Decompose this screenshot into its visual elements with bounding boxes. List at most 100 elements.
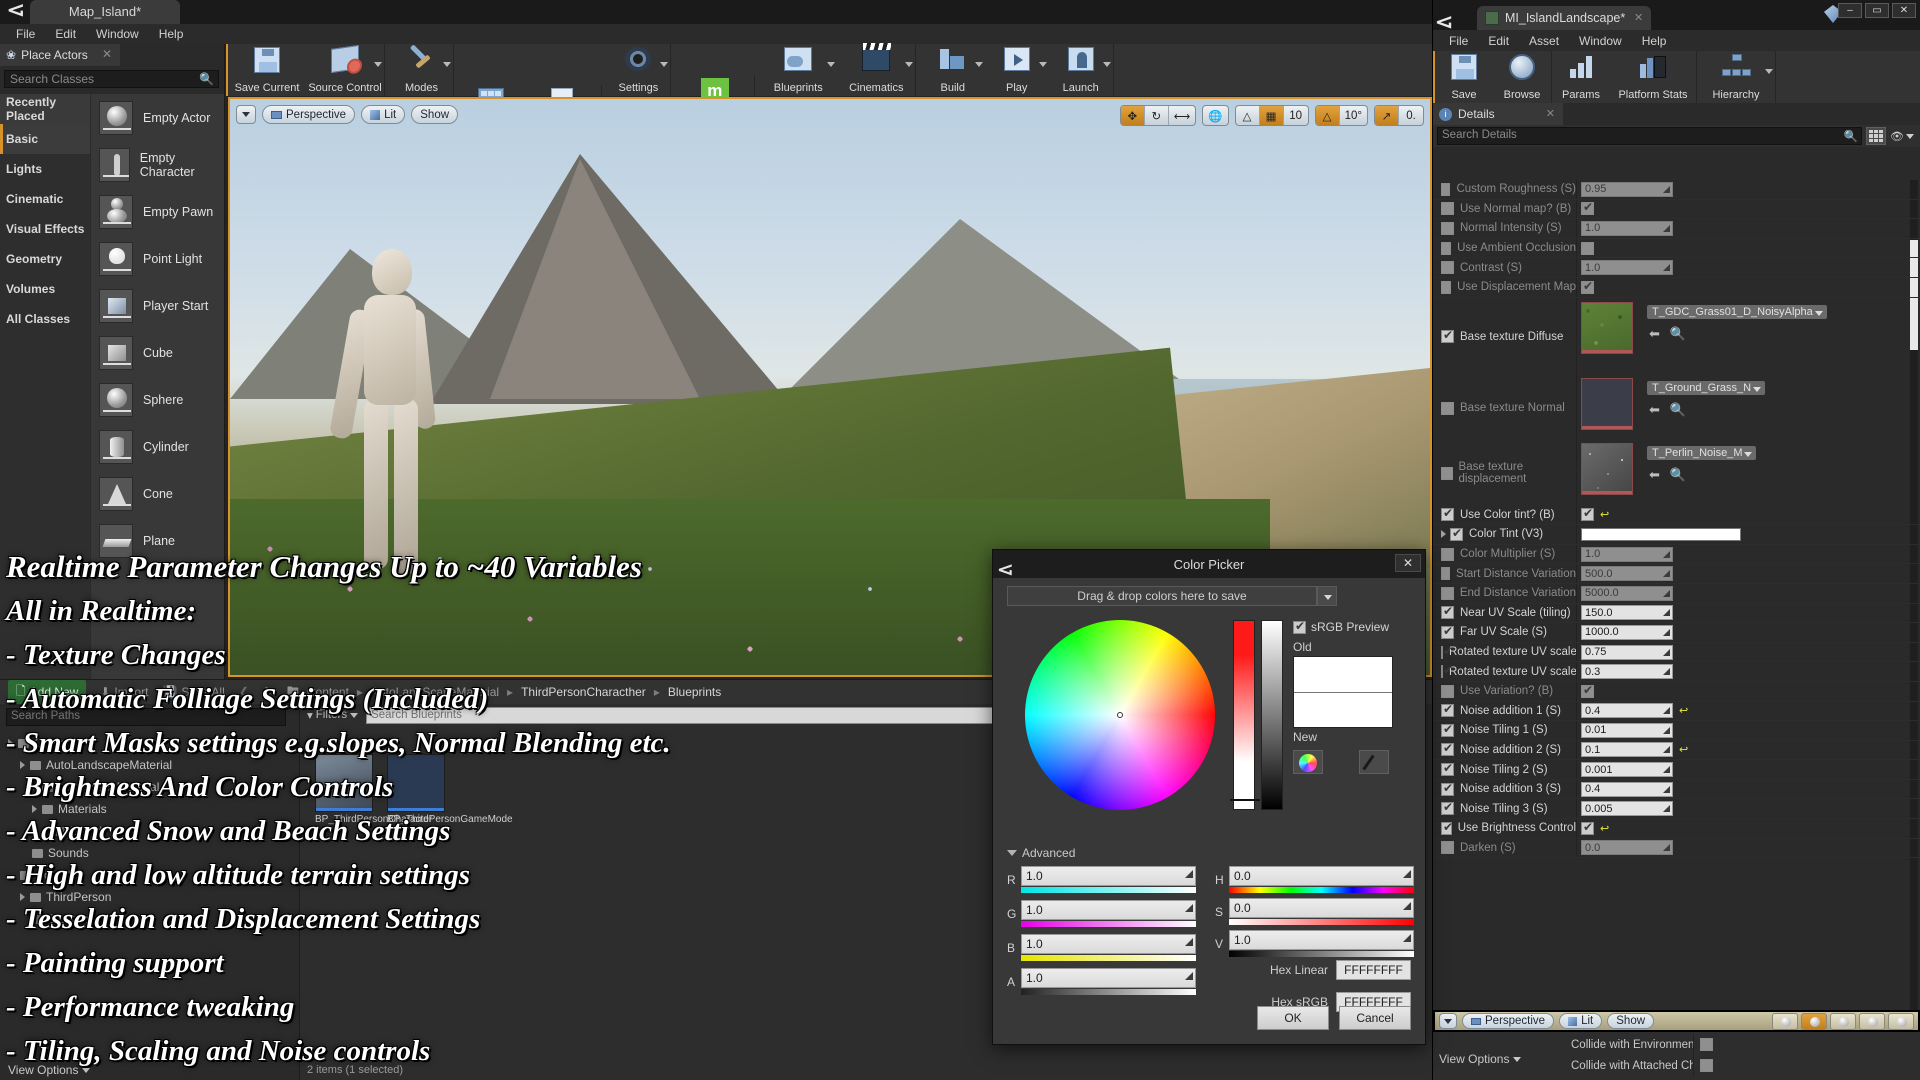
- color-wheel[interactable]: [1025, 620, 1215, 810]
- breadcrumb-blueprints[interactable]: Blueprints: [668, 685, 721, 699]
- tree-item[interactable]: Sounds: [8, 842, 293, 864]
- spinner-icon[interactable]: [1663, 805, 1670, 812]
- property-value-checkbox[interactable]: [1581, 822, 1594, 835]
- tree-item[interactable]: Sounds: [8, 864, 293, 886]
- property-value-input[interactable]: 0.95: [1581, 182, 1673, 197]
- property-checkbox[interactable]: [1441, 183, 1450, 196]
- preview-cylinder-button[interactable]: [1772, 1013, 1798, 1030]
- spinner-icon[interactable]: [1185, 938, 1193, 946]
- close-icon[interactable]: ✕: [102, 47, 112, 61]
- property-value-input[interactable]: 0.4: [1581, 703, 1673, 718]
- place-actors-tab[interactable]: ❀ Place Actors ✕: [0, 44, 120, 66]
- expand-arrow-icon[interactable]: [1441, 530, 1446, 538]
- viewport-mannequin[interactable]: [340, 249, 460, 579]
- property-checkbox[interactable]: [1441, 281, 1451, 294]
- spinner-icon[interactable]: [1663, 766, 1670, 773]
- list-item[interactable]: Point Light: [91, 235, 224, 282]
- tree-item[interactable]: Blueprints: [8, 908, 293, 930]
- tree-item[interactable]: Island: [8, 820, 293, 842]
- chevron-down-icon[interactable]: [1103, 62, 1111, 67]
- advanced-section-toggle[interactable]: Advanced: [1007, 846, 1075, 860]
- preview-custom-mesh-button[interactable]: [1888, 1013, 1914, 1030]
- grid-view-button[interactable]: [1866, 127, 1886, 145]
- menu-window[interactable]: Window: [86, 25, 149, 43]
- property-row[interactable]: Contrast (S) 1.0: [1433, 258, 1920, 278]
- close-icon[interactable]: ✕: [1634, 11, 1643, 24]
- property-checkbox[interactable]: [1441, 724, 1454, 737]
- property-row[interactable]: End Distance Variation 5000.0: [1433, 584, 1920, 604]
- lighting-mode-button[interactable]: Lit: [1559, 1013, 1602, 1029]
- breadcrumb-content[interactable]: Content: [307, 685, 349, 699]
- play-button[interactable]: Play: [985, 44, 1049, 96]
- property-value-input[interactable]: 0.005: [1581, 801, 1673, 816]
- property-checkbox[interactable]: [1441, 587, 1454, 600]
- list-item[interactable]: Sphere: [91, 376, 224, 423]
- breadcrumb-thirdperson[interactable]: ThirdPersonCharacther: [521, 685, 646, 699]
- lighting-mode-button[interactable]: Lit: [361, 105, 405, 124]
- property-value-input[interactable]: 0.01: [1581, 723, 1673, 738]
- category-all-classes[interactable]: All Classes: [0, 304, 90, 334]
- filters-button[interactable]: ▾ Filters: [307, 708, 358, 722]
- world-space-icon[interactable]: 🌐: [1203, 106, 1227, 125]
- build-button[interactable]: Build: [921, 44, 985, 96]
- spinner-icon[interactable]: [1185, 904, 1193, 912]
- forward-icon[interactable]: ❯: [263, 685, 273, 699]
- property-row[interactable]: Use Color tint? (B) ↩: [1433, 506, 1920, 526]
- a-input[interactable]: 1.0: [1021, 968, 1196, 988]
- property-value-input[interactable]: 1.0: [1581, 260, 1673, 275]
- property-value-input[interactable]: 5000.0: [1581, 586, 1673, 601]
- property-value-input[interactable]: 0.0: [1581, 840, 1673, 855]
- property-value-input[interactable]: 500.0: [1581, 566, 1673, 581]
- preview-plane-button[interactable]: [1830, 1013, 1856, 1030]
- property-row[interactable]: Custom Roughness (S) 0.95: [1433, 180, 1920, 200]
- close-button[interactable]: ✕: [1892, 3, 1916, 18]
- property-row[interactable]: Darken (S) 0.0: [1433, 839, 1920, 859]
- menu-asset[interactable]: Asset: [1519, 32, 1569, 50]
- property-row[interactable]: Noise addition 3 (S) 0.4: [1433, 780, 1920, 800]
- property-row[interactable]: Noise Tiling 2 (S) 0.001: [1433, 760, 1920, 780]
- menu-edit[interactable]: Edit: [45, 25, 86, 43]
- asset-tile[interactable]: BP_ThirdPersonCharacter: [315, 754, 375, 826]
- view-options-button[interactable]: View Options: [8, 1063, 90, 1077]
- menu-file[interactable]: File: [6, 25, 45, 43]
- property-value-input[interactable]: 1000.0: [1581, 625, 1673, 640]
- spinner-icon[interactable]: [1403, 870, 1411, 878]
- viewport-options-button[interactable]: [236, 105, 256, 124]
- spinner-icon[interactable]: [1663, 551, 1670, 558]
- property-checkbox[interactable]: [1441, 202, 1454, 215]
- details-tab[interactable]: i Details ✕: [1433, 103, 1563, 125]
- view-mode-button[interactable]: Perspective: [262, 105, 355, 124]
- property-value-input[interactable]: 150.0: [1581, 605, 1673, 620]
- material-instance-tab[interactable]: MI_IslandLandscape* ✕: [1477, 6, 1651, 30]
- angle-snap-value[interactable]: 10°: [1340, 106, 1367, 125]
- blueprints-button[interactable]: Blueprints: [759, 44, 837, 96]
- color-wheel-handle[interactable]: [1117, 712, 1123, 718]
- chevron-down-icon[interactable]: [374, 62, 382, 67]
- property-checkbox[interactable]: [1441, 822, 1452, 835]
- category-volumes[interactable]: Volumes: [0, 274, 90, 304]
- category-geometry[interactable]: Geometry: [0, 244, 90, 274]
- tree-item[interactable]: AutoLandscapeMaterial: [8, 754, 293, 776]
- saved-colors-dropdown[interactable]: [1317, 586, 1337, 606]
- property-checkbox[interactable]: [1441, 508, 1454, 521]
- chevron-down-icon[interactable]: [975, 62, 983, 67]
- minimize-button[interactable]: –: [1838, 3, 1862, 18]
- h-input[interactable]: 0.0: [1229, 866, 1414, 886]
- revert-icon[interactable]: ↩: [1679, 704, 1688, 717]
- property-row[interactable]: Use Normal map? (B): [1433, 200, 1920, 220]
- property-value-checkbox[interactable]: [1581, 685, 1594, 698]
- s-input[interactable]: 0.0: [1229, 898, 1414, 918]
- browse-to-asset-icon[interactable]: 🔍: [1670, 402, 1686, 418]
- search-details-input[interactable]: Search Details 🔍: [1437, 127, 1862, 145]
- preview-sphere-button[interactable]: [1801, 1013, 1827, 1030]
- property-checkbox[interactable]: [1441, 685, 1454, 698]
- revert-icon[interactable]: ↩: [1600, 822, 1609, 835]
- r-gradient[interactable]: [1021, 887, 1196, 893]
- property-value-checkbox[interactable]: [1581, 508, 1594, 521]
- r-input[interactable]: 1.0: [1021, 866, 1196, 886]
- property-row[interactable]: Start Distance Variation 500.0: [1433, 564, 1920, 584]
- scale-tool[interactable]: ⟷: [1169, 106, 1196, 125]
- property-checkbox[interactable]: [1441, 626, 1454, 639]
- property-row[interactable]: Collide with Environment: [1563, 1034, 1920, 1055]
- tree-item[interactable]: LandscapeMaterial: [8, 776, 293, 798]
